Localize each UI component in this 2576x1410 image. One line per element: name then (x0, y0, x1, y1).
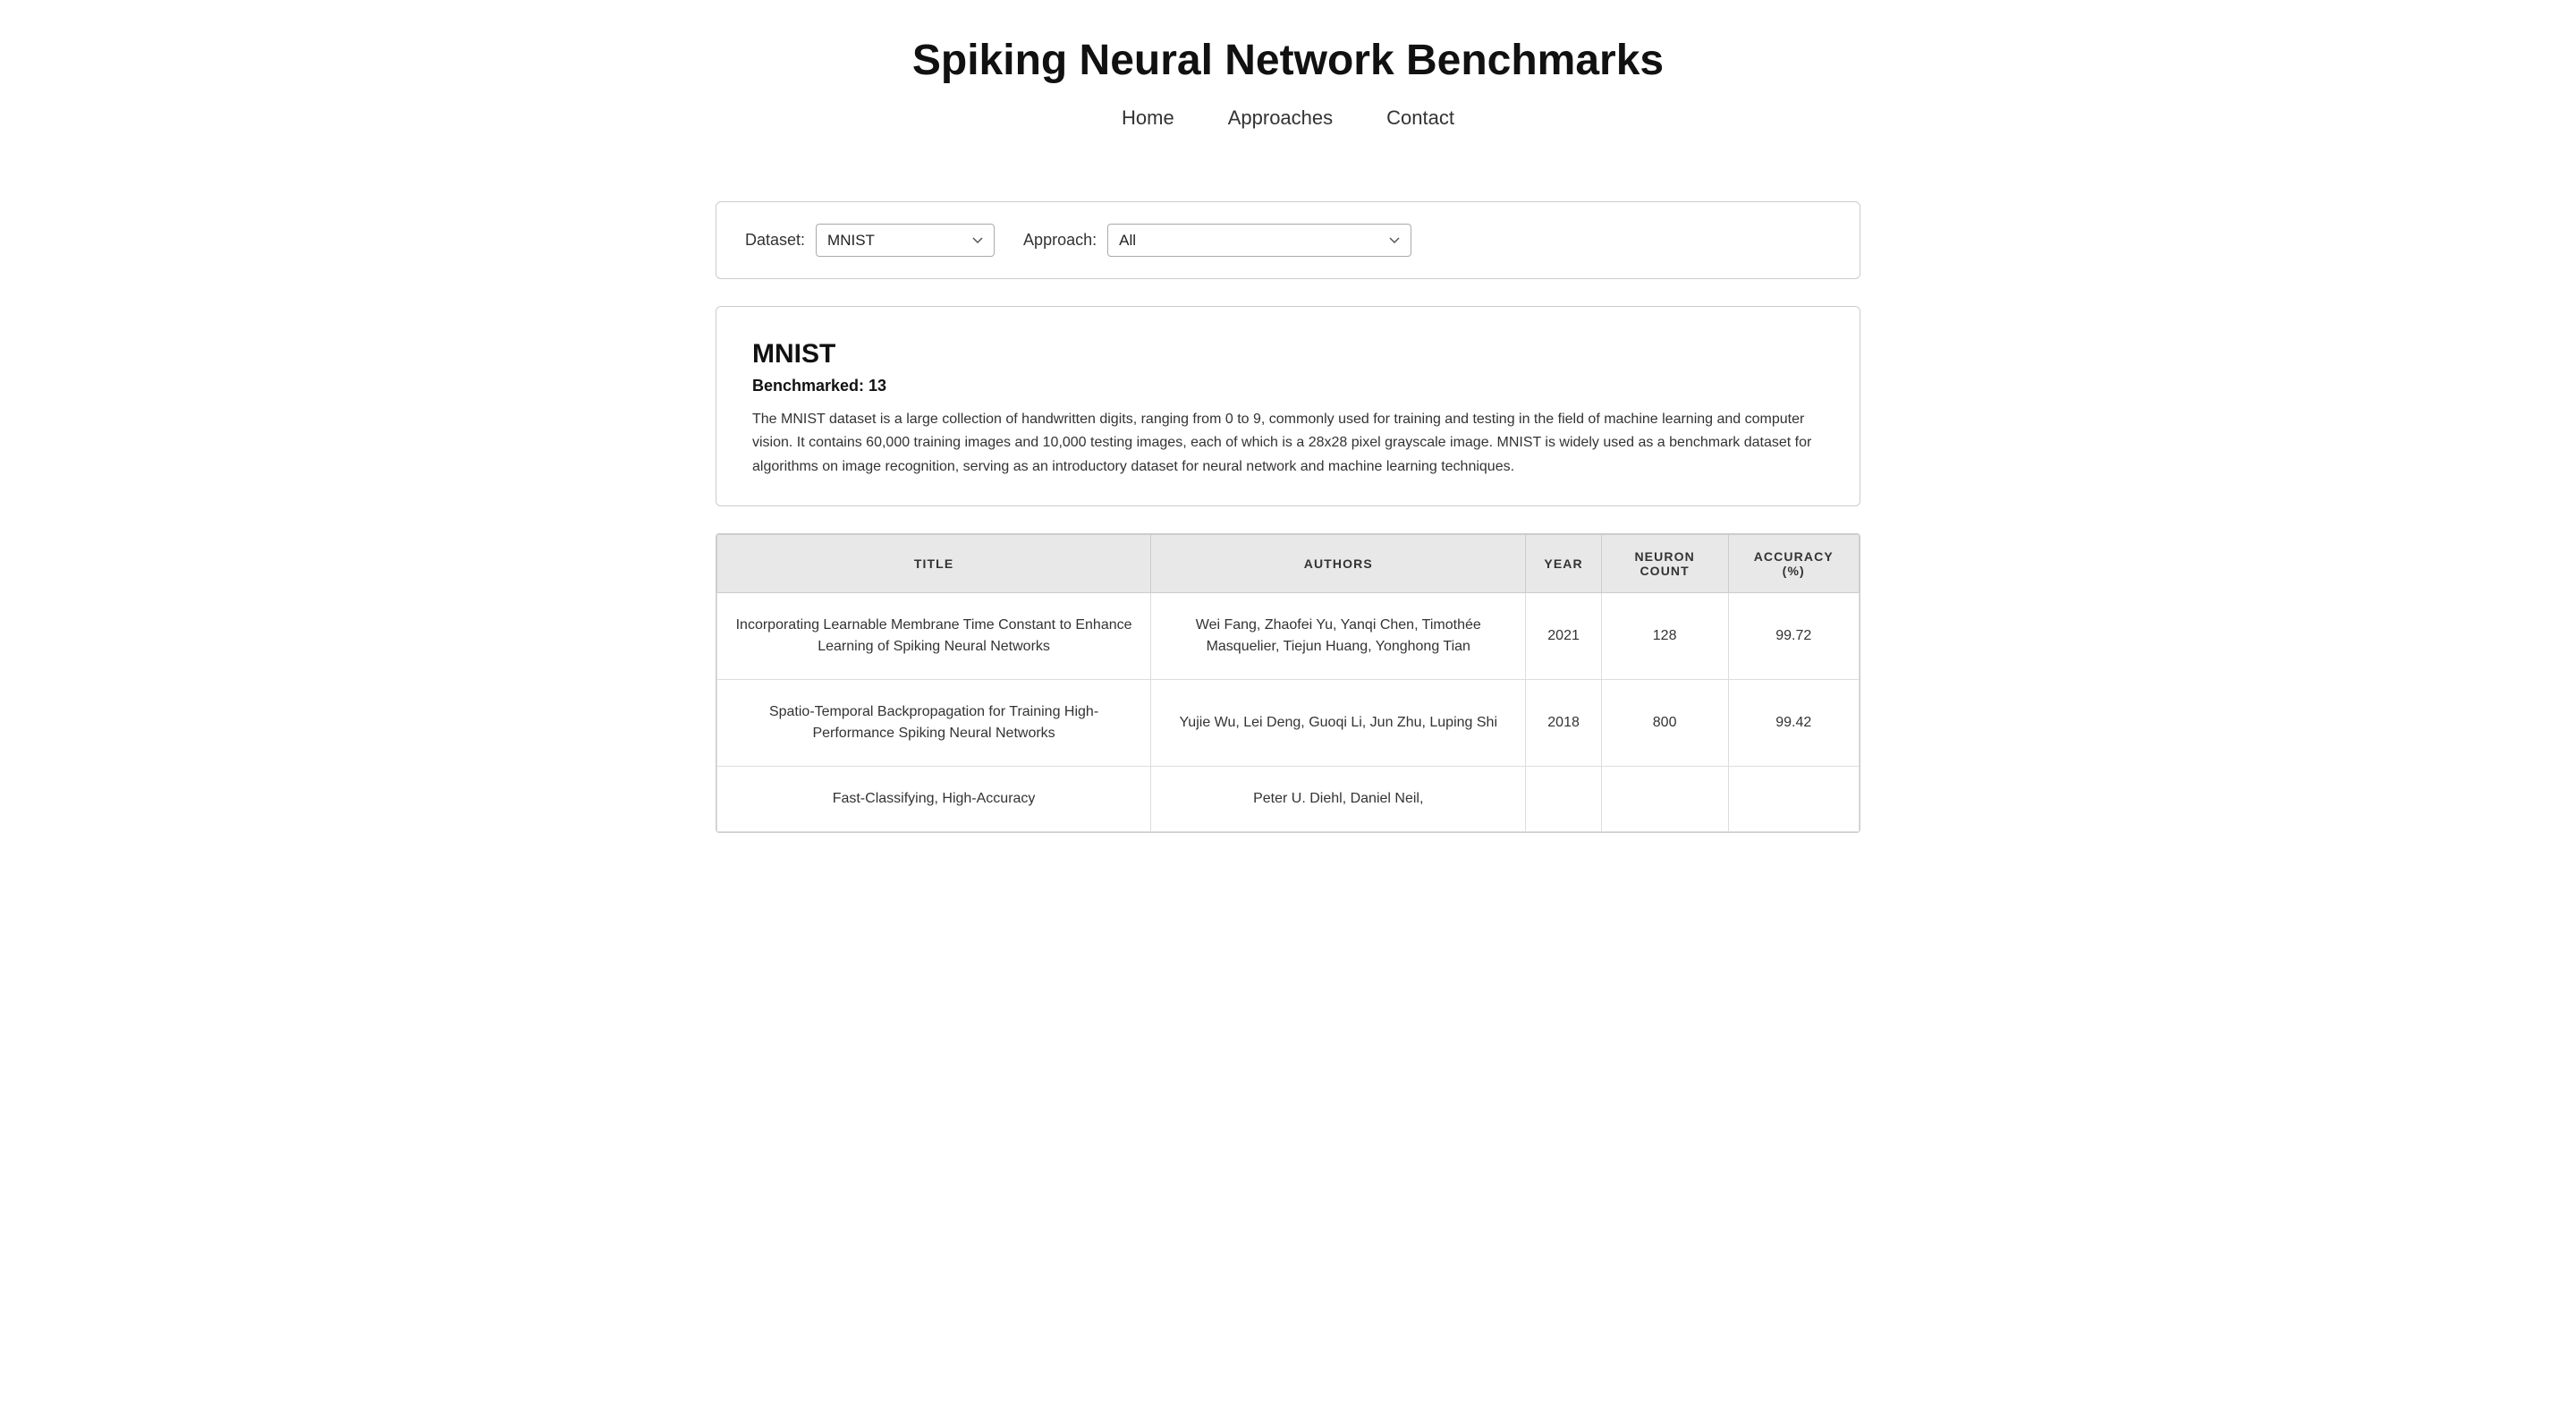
approach-filter-group: Approach: All ANN-to-SNN Direct Training… (1023, 224, 1411, 257)
cell-title: Spatio-Temporal Backpropagation for Trai… (717, 680, 1151, 767)
benchmarked-count: Benchmarked: 13 (752, 377, 1824, 395)
dataset-label: Dataset: (745, 231, 805, 250)
approach-select[interactable]: All ANN-to-SNN Direct Training Hybrid (1107, 224, 1411, 257)
site-header: Spiking Neural Network Benchmarks Home A… (716, 0, 1860, 174)
table-header-row: TITLE AUTHORS YEAR NEURON COUNT ACCURACY… (717, 535, 1860, 593)
col-neuron-count: NEURON COUNT (1601, 535, 1728, 593)
cell-accuracy: 99.72 (1728, 593, 1860, 680)
filter-bar: Dataset: MNIST CIFAR-10 N-MNIST DVS Gest… (716, 201, 1860, 279)
cell-authors: Wei Fang, Zhaofei Yu, Yanqi Chen, Timoth… (1151, 593, 1526, 680)
dataset-section: MNIST Benchmarked: 13 The MNIST dataset … (716, 306, 1860, 506)
nav-approaches[interactable]: Approaches (1228, 106, 1333, 130)
table-wrapper: TITLE AUTHORS YEAR NEURON COUNT ACCURACY… (716, 533, 1860, 833)
cell-title: Incorporating Learnable Membrane Time Co… (717, 593, 1151, 680)
col-accuracy: ACCURACY (%) (1728, 535, 1860, 593)
cell-authors: Yujie Wu, Lei Deng, Guoqi Li, Jun Zhu, L… (1151, 680, 1526, 767)
table-row: Fast-Classifying, High-AccuracyPeter U. … (717, 767, 1860, 832)
cell-neuron-count (1601, 767, 1728, 832)
dataset-select[interactable]: MNIST CIFAR-10 N-MNIST DVS Gesture (816, 224, 995, 257)
cell-neuron-count: 800 (1601, 680, 1728, 767)
cell-authors: Peter U. Diehl, Daniel Neil, (1151, 767, 1526, 832)
nav-contact[interactable]: Contact (1386, 106, 1454, 130)
cell-year (1526, 767, 1601, 832)
nav-home[interactable]: Home (1122, 106, 1174, 130)
cell-year: 2018 (1526, 680, 1601, 767)
col-year: YEAR (1526, 535, 1601, 593)
table-row: Spatio-Temporal Backpropagation for Trai… (717, 680, 1860, 767)
site-title: Spiking Neural Network Benchmarks (716, 36, 1860, 85)
benchmarks-table: TITLE AUTHORS YEAR NEURON COUNT ACCURACY… (716, 534, 1860, 832)
approach-label: Approach: (1023, 231, 1097, 250)
dataset-filter-group: Dataset: MNIST CIFAR-10 N-MNIST DVS Gest… (745, 224, 995, 257)
cell-title: Fast-Classifying, High-Accuracy (717, 767, 1151, 832)
dataset-name: MNIST (752, 339, 1824, 369)
dataset-description: The MNIST dataset is a large collection … (752, 408, 1824, 479)
main-nav: Home Approaches Contact (716, 106, 1860, 130)
col-authors: AUTHORS (1151, 535, 1526, 593)
cell-accuracy (1728, 767, 1860, 832)
cell-neuron-count: 128 (1601, 593, 1728, 680)
cell-accuracy: 99.42 (1728, 680, 1860, 767)
col-title: TITLE (717, 535, 1151, 593)
table-row: Incorporating Learnable Membrane Time Co… (717, 593, 1860, 680)
cell-year: 2021 (1526, 593, 1601, 680)
